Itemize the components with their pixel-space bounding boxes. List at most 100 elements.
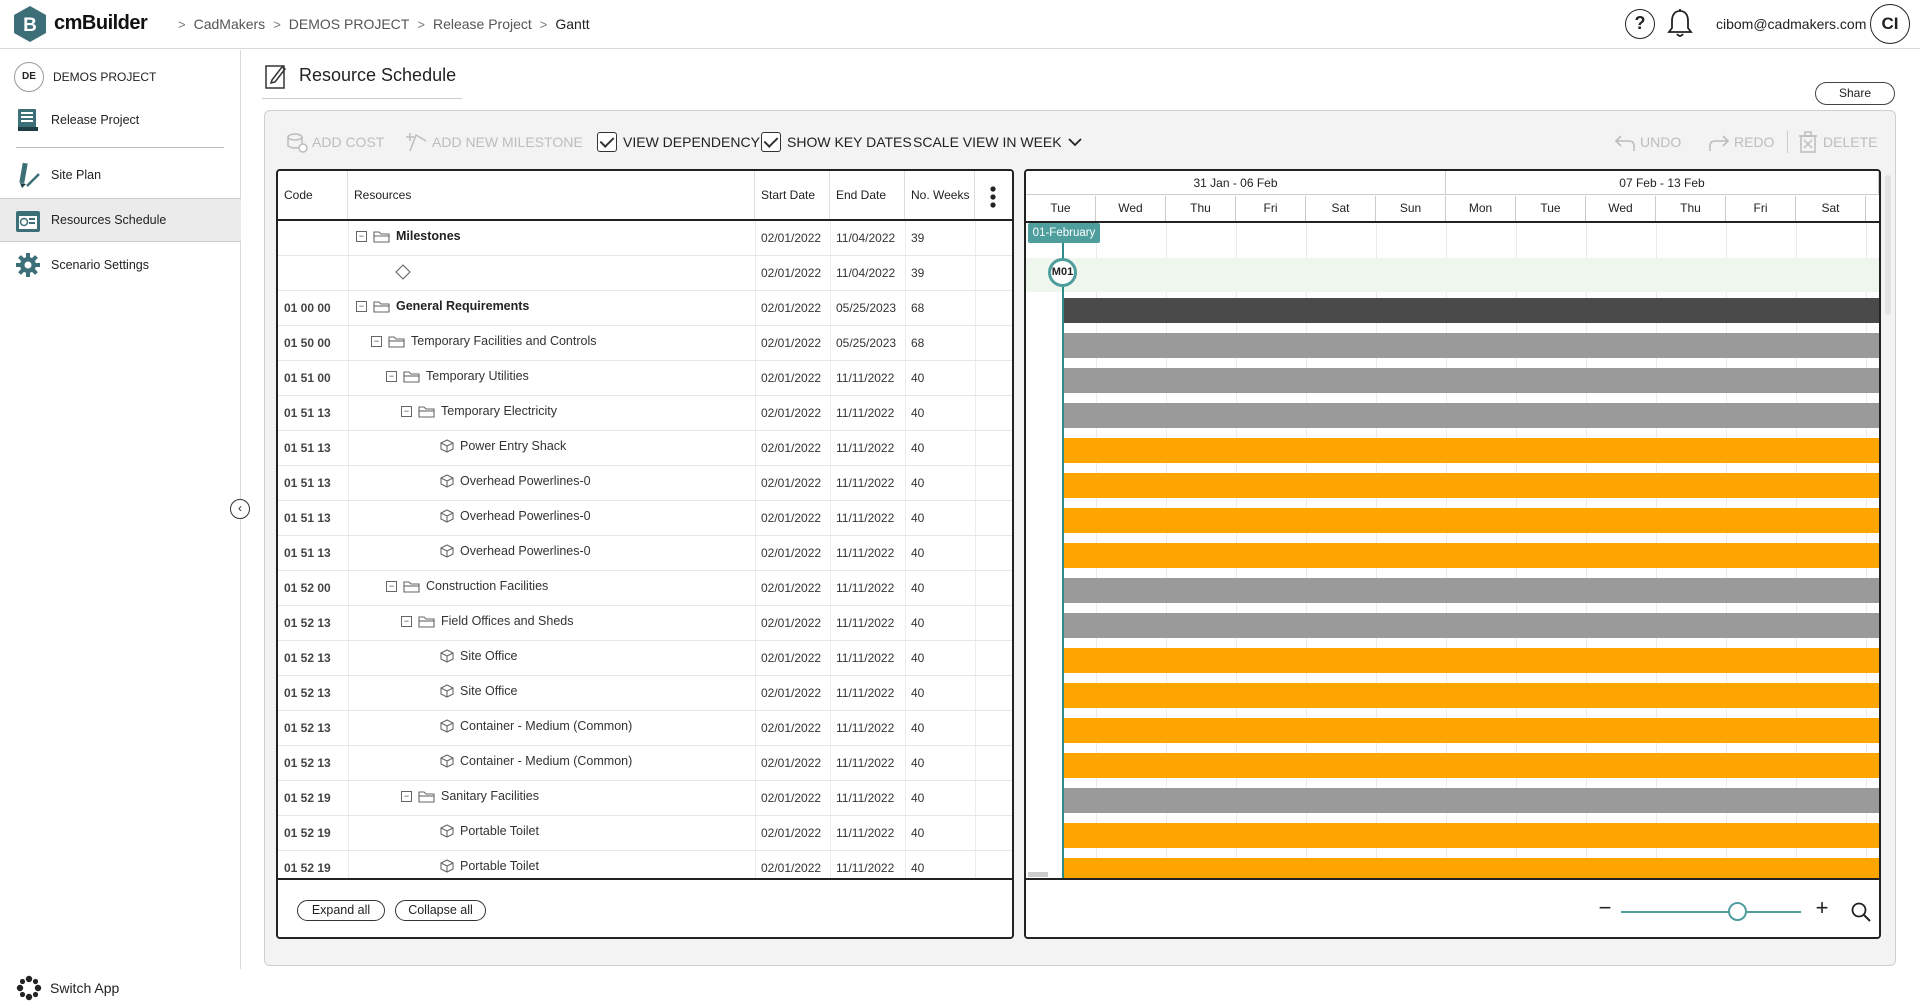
collapse-toggle-icon[interactable]: − — [356, 230, 367, 242]
cell-weeks: 40 — [911, 826, 925, 840]
breadcrumb-release-project[interactable]: Release Project — [433, 16, 532, 32]
bell-icon[interactable] — [1666, 8, 1694, 40]
collapse-toggle-icon[interactable]: − — [356, 300, 367, 312]
chevron-right-icon: > — [178, 16, 186, 32]
column-header-weeks[interactable]: No. Weeks — [905, 171, 975, 219]
grid-row[interactable]: 01 52 00 − Construction Facilities 02/01/20… — [278, 571, 1012, 606]
project-name[interactable]: DEMOS PROJECT — [53, 70, 156, 84]
column-header-resources[interactable]: Resources — [348, 171, 755, 219]
grid-row[interactable]: 01 00 00 − General Requirements 02/01/2022 0… — [278, 291, 1012, 326]
scale-view-dropdown[interactable]: SCALE VIEW IN WEEK — [913, 129, 1083, 155]
gantt-bar[interactable] — [1062, 753, 1879, 778]
gantt-bar[interactable] — [1062, 508, 1879, 533]
switch-app-button[interactable]: Switch App — [16, 975, 119, 1001]
cmbuilder-logo-icon[interactable]: B — [14, 6, 46, 42]
grid-row[interactable]: 01 51 13 Overhead Powerlines-0 02/01/2022 1… — [278, 466, 1012, 501]
collapse-toggle-icon[interactable]: − — [371, 335, 382, 347]
zoom-out-button[interactable]: − — [1596, 897, 1614, 920]
breadcrumb-demos-project[interactable]: DEMOS PROJECT — [289, 16, 410, 32]
day-header: Fri — [1236, 196, 1306, 221]
cell-weeks: 40 — [911, 686, 925, 700]
grid-row[interactable]: 01 52 13 Container - Medium (Common) 02/01… — [278, 746, 1012, 781]
collapse-all-button[interactable]: Collapse all — [395, 900, 486, 921]
milestone-marker[interactable]: M01 — [1048, 258, 1077, 287]
gantt-bar[interactable] — [1062, 578, 1879, 603]
gantt-bar[interactable] — [1062, 333, 1879, 358]
collapse-toggle-icon[interactable]: − — [386, 580, 397, 592]
sidebar-item-scenario-settings[interactable]: Scenario Settings — [0, 243, 241, 287]
grid-row[interactable]: 01 52 13 Container - Medium (Common) 02/01… — [278, 711, 1012, 746]
help-icon[interactable]: ? — [1625, 9, 1655, 39]
collapse-sidebar-button[interactable]: ‹ — [230, 499, 250, 519]
column-header-start-date[interactable]: Start Date — [755, 171, 830, 219]
grid-row[interactable]: − Milestones 02/01/2022 11/04/2022 39 — [278, 221, 1012, 256]
delete-button[interactable]: DELETE — [1797, 129, 1877, 155]
vertical-scrollbar[interactable] — [1885, 175, 1891, 315]
view-dependency-checkbox[interactable]: VIEW DEPENDENCY — [597, 129, 760, 155]
user-avatar[interactable]: CI — [1870, 4, 1910, 44]
cell-code: 01 00 00 — [284, 301, 331, 315]
zoom-slider-track[interactable] — [1621, 911, 1801, 913]
gantt-bar[interactable] — [1062, 473, 1879, 498]
checkbox-checked[interactable] — [761, 132, 781, 152]
add-milestone-button[interactable]: ADD NEW MILESTONE — [406, 129, 583, 155]
week-header: 07 Feb - 13 Feb — [1446, 171, 1879, 195]
search-icon[interactable] — [1851, 902, 1871, 922]
gantt-bar[interactable] — [1062, 438, 1879, 463]
redo-button[interactable]: REDO — [1708, 129, 1774, 155]
gantt-bar[interactable] — [1062, 403, 1879, 428]
grid-row[interactable]: 01 52 19 Portable Toilet 02/01/2022 11/11/2… — [278, 816, 1012, 851]
cell-start: 02/01/2022 — [761, 791, 822, 805]
grid-row[interactable]: 01 51 13 Overhead Powerlines-0 02/01/2022 1… — [278, 501, 1012, 536]
breadcrumb-cadmakers[interactable]: CadMakers — [194, 16, 266, 32]
gantt-bar[interactable] — [1062, 543, 1879, 568]
gantt-bar[interactable] — [1062, 823, 1879, 848]
grid-row[interactable]: 01 50 00 − Temporary Facilities and Contro… — [278, 326, 1012, 361]
grid-row[interactable]: 01 52 13 − Field Offices and Sheds 02/01/20… — [278, 606, 1012, 641]
grid-row[interactable]: 01 51 13 − Temporary Electricity 02/01/2022… — [278, 396, 1012, 431]
cell-resource: Overhead Powerlines-0 — [440, 509, 591, 523]
grid-row[interactable]: 01 52 13 Site Office 02/01/2022 11/11/2022 4… — [278, 641, 1012, 676]
expand-all-button[interactable]: Expand all — [297, 900, 385, 921]
gantt-bar[interactable] — [1062, 298, 1879, 323]
collapse-toggle-icon[interactable]: − — [386, 370, 397, 382]
zoom-in-button[interactable]: + — [1812, 897, 1832, 920]
collapse-toggle-icon[interactable]: − — [401, 405, 412, 417]
gantt-bar[interactable] — [1062, 683, 1879, 708]
gantt-bar[interactable] — [1062, 788, 1879, 813]
grid-row[interactable]: 01 51 00 − Temporary Utilities 02/01/2022 11… — [278, 361, 1012, 396]
grid-row[interactable]: 01 52 19 − Sanitary Facilities 02/01/2022 11… — [278, 781, 1012, 816]
show-key-dates-checkbox[interactable]: SHOW KEY DATES — [761, 129, 912, 155]
sidebar-item-site-plan[interactable]: Site Plan — [0, 153, 241, 197]
column-header-end-date[interactable]: End Date — [830, 171, 905, 219]
gantt-bar[interactable] — [1062, 613, 1879, 638]
horizontal-scrollbar[interactable] — [1028, 872, 1048, 877]
grid-row[interactable]: 01 51 13 Power Entry Shack 02/01/2022 11/11… — [278, 431, 1012, 466]
grid-row[interactable]: 02/01/2022 11/04/2022 39 — [278, 256, 1012, 291]
cell-code: 01 52 19 — [284, 826, 331, 840]
more-vertical-icon[interactable] — [990, 186, 996, 208]
cell-resource: − Temporary Electricity — [401, 404, 557, 418]
zoom-slider-thumb[interactable] — [1728, 902, 1747, 921]
share-button[interactable]: Share — [1815, 82, 1895, 105]
collapse-toggle-icon[interactable]: − — [401, 790, 412, 802]
cell-weeks: 40 — [911, 371, 925, 385]
sidebar-item-resources-schedule[interactable]: Resources Schedule — [0, 198, 241, 242]
add-cost-button[interactable]: ADD COST — [286, 129, 384, 155]
gantt-bar[interactable] — [1062, 368, 1879, 393]
cell-resource: Site Office — [440, 649, 517, 663]
project-badge[interactable]: DE — [14, 62, 44, 92]
add-milestone-label: ADD NEW MILESTONE — [432, 134, 583, 150]
grid-row[interactable]: 01 51 13 Overhead Powerlines-0 02/01/2022 1… — [278, 536, 1012, 571]
sidebar-item-release-project[interactable]: Release Project — [0, 98, 241, 142]
user-email[interactable]: cibom@cadmakers.com — [1716, 16, 1866, 32]
checkbox-checked[interactable] — [597, 132, 617, 152]
cell-end: 11/11/2022 — [836, 686, 895, 700]
gantt-bar[interactable] — [1062, 648, 1879, 673]
column-header-code[interactable]: Code — [278, 171, 348, 219]
undo-button[interactable]: UNDO — [1614, 129, 1681, 155]
collapse-toggle-icon[interactable]: − — [401, 615, 412, 627]
grid-row[interactable]: 01 52 13 Site Office 02/01/2022 11/11/2022 4… — [278, 676, 1012, 711]
gantt-bar[interactable] — [1062, 718, 1879, 743]
cell-end: 11/11/2022 — [836, 476, 895, 490]
